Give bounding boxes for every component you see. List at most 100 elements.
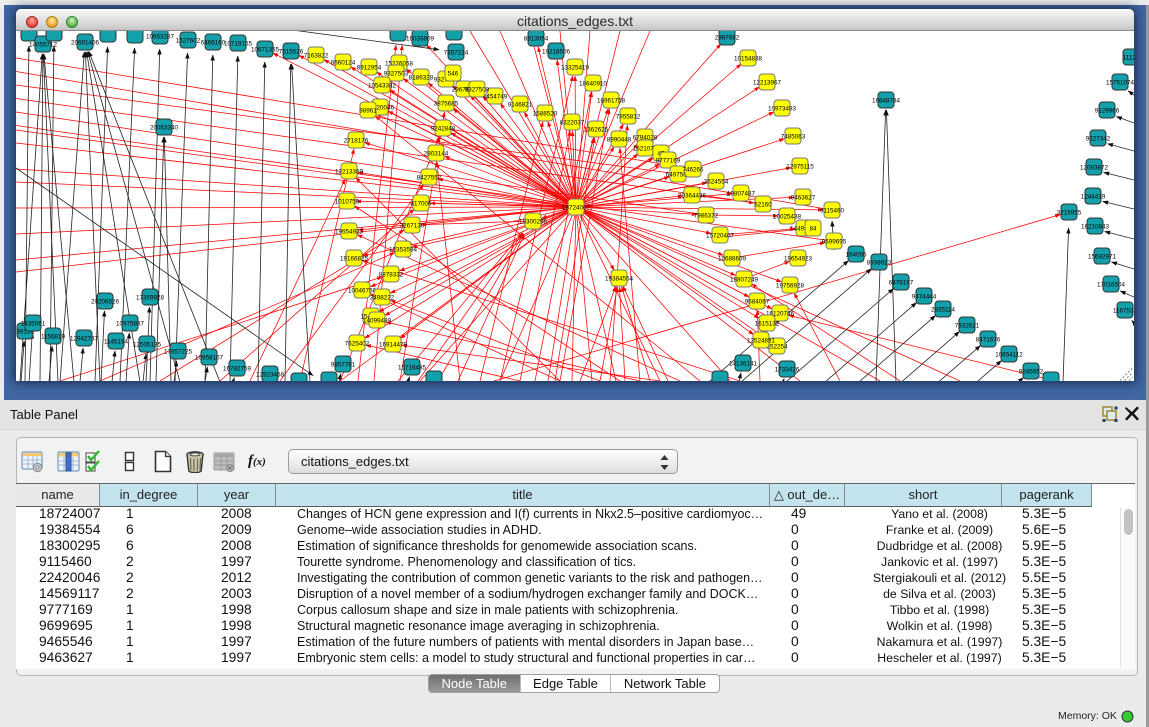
svg-text:18724007: 18724007: [562, 205, 591, 212]
svg-text:10654112: 10654112: [995, 352, 1023, 359]
svg-text:7515526: 7515526: [279, 49, 304, 56]
svg-text:1435061: 1435061: [21, 321, 46, 328]
svg-text:1156819: 1156819: [41, 334, 66, 341]
svg-text:7986372: 7986372: [694, 213, 719, 220]
svg-text:3267130: 3267130: [400, 223, 425, 230]
svg-text:13524851: 13524851: [747, 338, 776, 345]
svg-text:3498222: 3498222: [370, 295, 395, 302]
svg-text:12093872: 12093872: [1080, 165, 1109, 172]
svg-text:19218506: 19218506: [542, 49, 571, 56]
svg-text:2718176: 2718176: [344, 138, 369, 145]
svg-text:20206526: 20206526: [91, 299, 120, 306]
svg-text:3215955: 3215955: [1057, 210, 1082, 217]
svg-text:1362625: 1362625: [584, 127, 609, 134]
svg-text:1527602: 1527602: [176, 38, 201, 45]
svg-text:16961758: 16961758: [597, 98, 626, 105]
svg-text:12975115: 12975115: [786, 164, 814, 171]
svg-text:9146821: 9146821: [508, 102, 533, 109]
svg-text:19384554: 19384554: [605, 276, 634, 283]
svg-text:9699695: 9699695: [822, 239, 847, 246]
svg-text:6466160: 6466160: [201, 40, 226, 47]
svg-text:12353594: 12353594: [389, 247, 418, 254]
svg-text:16914479: 16914479: [379, 342, 408, 349]
svg-text:10958107: 10958107: [195, 355, 224, 362]
svg-text:98961: 98961: [359, 108, 377, 115]
svg-text:13325419: 13325419: [561, 65, 590, 72]
svg-text:9227342: 9227342: [1086, 136, 1111, 143]
svg-text:7485063: 7485063: [781, 134, 806, 141]
svg-text:9857791: 9857791: [331, 362, 356, 369]
svg-text:16210643: 16210643: [1081, 224, 1110, 231]
svg-text:9327503: 9327503: [384, 71, 409, 78]
svg-text:9327508: 9327508: [465, 87, 490, 94]
svg-text:14099489: 14099489: [363, 318, 392, 325]
svg-text:17016504: 17016504: [1097, 282, 1126, 289]
svg-text:1244419: 1244419: [1081, 194, 1106, 201]
svg-text:8471676: 8471676: [976, 337, 1001, 344]
svg-text:11122: 11122: [1123, 55, 1134, 62]
svg-text:1733426: 1733426: [775, 367, 800, 374]
svg-text:2803144: 2803144: [424, 151, 449, 158]
svg-text:10154838: 10154838: [734, 56, 763, 63]
svg-text:10025438: 10025438: [773, 214, 802, 221]
svg-text:9463627: 9463627: [791, 195, 816, 202]
svg-text:12213967: 12213967: [753, 80, 782, 87]
svg-text:12923468: 12923468: [256, 372, 285, 379]
svg-text:9129966: 9129966: [1095, 108, 1120, 115]
svg-text:10046756: 10046756: [348, 288, 377, 295]
svg-text:17359928: 17359928: [136, 295, 165, 302]
svg-text:19756928: 19756928: [776, 283, 805, 290]
svg-text:546: 546: [448, 71, 459, 78]
svg-text:18640910: 18640910: [579, 81, 608, 88]
svg-text:15716485: 15716485: [398, 365, 427, 372]
svg-text:252254: 252254: [766, 344, 788, 351]
svg-text:10807487: 10807487: [727, 191, 756, 198]
svg-text:3875685: 3875685: [434, 101, 459, 108]
svg-text:10688609: 10688609: [718, 256, 747, 263]
svg-text:10653287: 10653287: [146, 34, 175, 41]
svg-text:9777169: 9777169: [656, 158, 681, 165]
svg-text:8938923: 8938923: [867, 260, 892, 267]
svg-text:15720407: 15720407: [706, 233, 735, 240]
svg-text:8660124: 8660124: [331, 60, 356, 67]
svg-text:20053340: 20053340: [150, 125, 179, 132]
svg-text:10719155: 10719155: [224, 41, 253, 48]
svg-text:8912954: 8912954: [357, 65, 382, 72]
svg-text:12505135: 12505135: [133, 342, 162, 349]
svg-text:10543382: 10543382: [368, 83, 397, 90]
svg-text:8454749: 8454749: [483, 94, 508, 101]
svg-text:1010755: 1010755: [335, 199, 360, 206]
svg-text:8322037: 8322037: [560, 120, 585, 127]
svg-text:8878332: 8878332: [379, 272, 404, 279]
svg-text:15751074: 15751074: [1106, 80, 1134, 87]
svg-text:9115460: 9115460: [820, 208, 845, 215]
svg-text:19166825: 19166825: [340, 256, 369, 263]
svg-text:1167533: 1167533: [1113, 308, 1134, 315]
svg-text:9242848: 9242848: [431, 126, 456, 133]
svg-text:7632621: 7632621: [955, 323, 980, 330]
svg-text:10975887: 10975887: [116, 321, 145, 328]
svg-text:14136141: 14136141: [729, 361, 758, 368]
svg-text:7955812: 7955812: [616, 114, 641, 121]
svg-text:10973493: 10973493: [768, 106, 797, 113]
svg-text:1588520: 1588520: [533, 111, 558, 118]
svg-text:9474444: 9474444: [912, 294, 937, 301]
svg-text:20691406: 20691406: [71, 40, 100, 47]
svg-text:8427552: 8427552: [417, 175, 442, 182]
svg-text:15692971: 15692971: [1088, 254, 1117, 261]
svg-text:9245652: 9245652: [1019, 369, 1044, 376]
svg-text:746266: 746266: [682, 167, 704, 174]
svg-text:16033809: 16033809: [406, 36, 435, 43]
svg-text:16648784: 16648784: [872, 98, 901, 105]
svg-text:12942737: 12942737: [70, 336, 99, 343]
svg-text:18300295: 18300295: [519, 219, 548, 226]
svg-text:8990448: 8990448: [607, 137, 632, 144]
svg-text:3624554: 3624554: [704, 179, 729, 186]
svg-text:16782759: 16782759: [223, 366, 252, 373]
svg-text:7625402: 7625402: [345, 341, 370, 348]
svg-text:84: 84: [809, 226, 817, 233]
svg-text:12213369: 12213369: [335, 169, 364, 176]
svg-text:6479197: 6479197: [889, 280, 914, 287]
svg-text:1145194: 1145194: [104, 339, 129, 346]
svg-text:8813054: 8813054: [524, 36, 549, 43]
